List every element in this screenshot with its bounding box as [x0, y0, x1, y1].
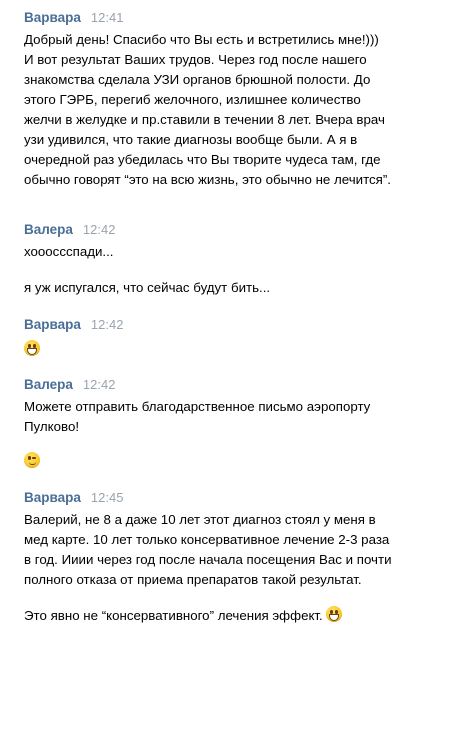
- message-header: Варвара 12:45: [24, 490, 444, 510]
- message-header: Варвара 12:41: [24, 10, 444, 30]
- message-time[interactable]: 12:42: [83, 377, 116, 392]
- message-group: Варвара 12:41 Добрый день! Спасибо что В…: [24, 10, 444, 190]
- message-text-line: этого ГЭРБ, перегиб желочного, излишнее …: [24, 92, 361, 107]
- message-gap: [24, 437, 444, 449]
- message-header: Варвара 12:42: [24, 317, 444, 337]
- message-text-line: узи удивился, что такие диагнозы вообще …: [24, 132, 358, 147]
- message-emoji-line: [24, 449, 444, 471]
- message-text-line: Добрый день! Спасибо что Вы есть и встре…: [24, 32, 379, 47]
- message-text-line: я уж испугался, что сейчас будут бить...: [24, 280, 271, 295]
- message-text-line: хоооссспади...: [24, 244, 114, 259]
- message-time[interactable]: 12:42: [91, 317, 124, 332]
- message-text-line: мед карте. 10 лет только консервативное …: [24, 532, 390, 547]
- message-text-line: желчи в желудке и пр.ставили в течении 8…: [24, 112, 385, 127]
- message-gap: [24, 590, 444, 606]
- message-text-line: полного отказа от приема препаратов тако…: [24, 572, 362, 587]
- grinning-face-emoji-icon: [326, 606, 343, 622]
- author-name[interactable]: Валера: [24, 222, 73, 237]
- message-emoji-line: [24, 337, 444, 359]
- message-group: Валера 12:42 Можете отправить благодарст…: [24, 377, 444, 471]
- message-text-line: Можете отправить благодарственное письмо…: [24, 399, 371, 414]
- message-text-line: И вот результат Ваших трудов. Через год …: [24, 52, 367, 67]
- message-text-line: знакомства сделала УЗИ органов брюшной п…: [24, 72, 371, 87]
- message-text-line: в год. Ииии через год после начала посещ…: [24, 552, 392, 567]
- author-name[interactable]: Варвара: [24, 10, 81, 25]
- message-text-line: обычно говорят “это на всю жизнь, это об…: [24, 172, 391, 187]
- message-group: Варвара 12:42: [24, 317, 444, 359]
- message-gap: [24, 262, 444, 278]
- author-name[interactable]: Варвара: [24, 317, 81, 332]
- chat-history: Варвара 12:41 Добрый день! Спасибо что В…: [0, 0, 460, 730]
- author-name[interactable]: Валера: [24, 377, 73, 392]
- message-text-line: Валерий, не 8 а даже 10 лет этот диагноз…: [24, 512, 376, 527]
- grinning-face-emoji-icon: [24, 340, 40, 356]
- message-text-line: Это явно не “консервативного” лечения эф…: [24, 606, 444, 626]
- message-text: Это явно не “консервативного” лечения эф…: [24, 608, 323, 623]
- message-time[interactable]: 12:42: [83, 222, 116, 237]
- message-header: Валера 12:42: [24, 377, 444, 397]
- message-group: Валера 12:42 хоооссспади... я уж испугал…: [24, 222, 444, 298]
- message-time[interactable]: 12:45: [91, 490, 124, 505]
- message-text-line: очередной раз убедилась что Вы творите ч…: [24, 152, 381, 167]
- author-name[interactable]: Варвара: [24, 490, 81, 505]
- message-group: Варвара 12:45 Валерий, не 8 а даже 10 ле…: [24, 490, 444, 626]
- message-text-line: Пулково!: [24, 419, 80, 434]
- winking-face-emoji-icon: [24, 452, 40, 468]
- message-header: Валера 12:42: [24, 222, 444, 242]
- message-time[interactable]: 12:41: [91, 10, 124, 25]
